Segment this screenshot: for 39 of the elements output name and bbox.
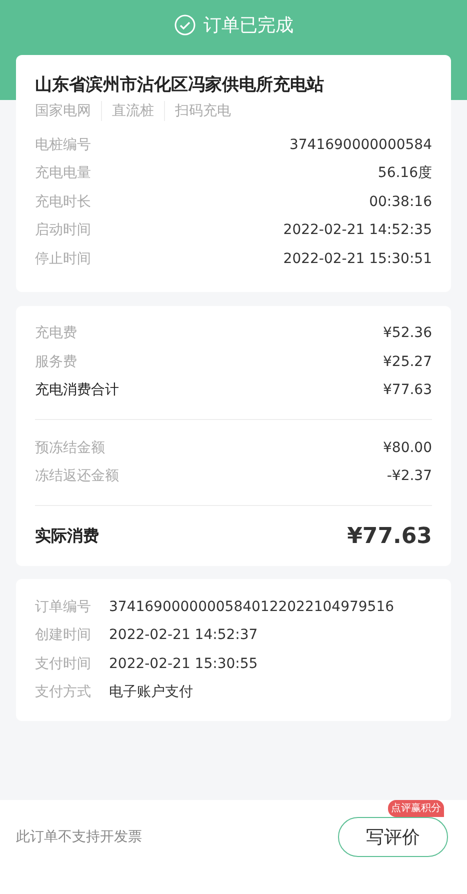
station-tag: 直流桩 [101,101,154,121]
invoice-note: 此订单不支持开发票 [16,828,142,846]
fee-label: 实际消费 [35,525,99,547]
detail-value: 00:38:16 [369,192,432,212]
detail-label: 充电时长 [35,192,91,212]
order-value: 2022-02-21 14:52:37 [109,626,258,646]
fee-label: 充电费 [35,324,77,344]
detail-value: 2022-02-21 14:52:35 [283,221,432,240]
order-label: 创建时间 [35,626,91,646]
page-title: 订单已完成 [204,14,294,38]
order-value: 2022-02-21 15:30:55 [109,654,258,674]
fee-label: 充电消费合计 [35,381,119,400]
fee-amount: ¥80.00 [383,438,432,458]
fee-amount: ¥25.27 [383,352,432,372]
fee-amount: ¥52.36 [383,324,432,344]
points-badge: 点评赢积分 [388,800,444,817]
check-circle-icon [174,14,196,36]
review-button[interactable]: 写评价 [338,817,448,857]
detail-label: 电桩编号 [35,136,91,155]
fee-amount: ¥77.63 [383,381,432,400]
fee-label: 冻结返还金额 [35,467,119,486]
order-label: 支付方式 [35,683,91,702]
station-name: 山东省滨州市沾化区冯家供电所充电站 [35,74,325,97]
detail-value: 56.16度 [378,164,432,184]
fee-amount: -¥2.37 [386,467,432,486]
station-tag: 扫码充电 [164,101,231,121]
fee-label: 服务费 [35,352,77,372]
fee-label: 预冻结金额 [35,438,105,458]
detail-label: 停止时间 [35,250,91,269]
detail-label: 启动时间 [35,221,91,240]
order-value: 37416900000005840122022104979516 [109,598,394,617]
detail-value: 3741690000000584 [289,136,432,155]
order-label: 订单编号 [35,598,91,617]
fee-amount: ¥77.63 [347,522,432,550]
order-label: 支付时间 [35,654,91,674]
detail-value: 2022-02-21 15:30:51 [283,250,432,269]
station-tag: 国家电网 [35,101,91,121]
detail-label: 充电电量 [35,164,91,184]
order-value: 电子账户支付 [109,683,193,702]
